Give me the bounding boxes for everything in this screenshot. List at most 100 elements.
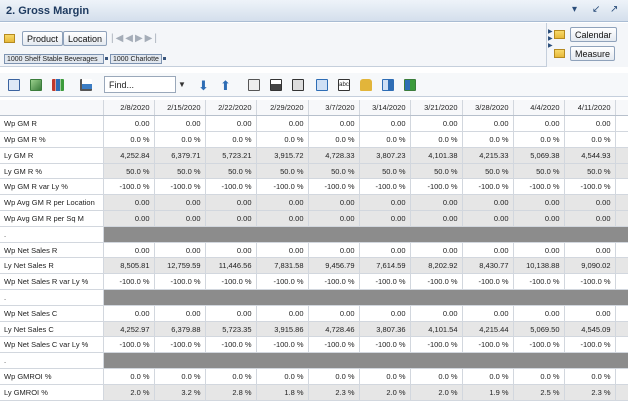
grid-cell[interactable]: -100.0 % (410, 273, 463, 291)
grid-cell[interactable]: 0.0 % (154, 368, 206, 385)
grid-cell[interactable]: 0.0 % (256, 368, 309, 385)
row-label[interactable]: Wp GMROI % (0, 368, 104, 385)
grid-cell[interactable]: 10,138.88 (513, 257, 565, 275)
grid-cell[interactable]: 0.00 (462, 242, 514, 259)
grid-cell[interactable]: 4,215.44 (462, 321, 514, 338)
row-label[interactable]: Wp GM R var Ly % (0, 178, 104, 196)
grid-cell[interactable]: 5,723.35 (205, 321, 257, 338)
grid-cell[interactable]: 0.00 (256, 210, 309, 227)
grid-cell[interactable]: 0.0 % (462, 368, 514, 385)
layout-icon[interactable] (316, 79, 328, 91)
grid-cell[interactable]: 0.00 (462, 115, 514, 133)
grid-cell[interactable]: 0.00 (256, 305, 309, 322)
column-header[interactable]: 3/21/2020 (410, 100, 463, 117)
row-label[interactable]: Wp Net Sales C var Ly % (0, 336, 104, 354)
abc-icon[interactable]: abc (338, 79, 350, 91)
find-previous-icon[interactable]: ⬆ (220, 78, 232, 93)
grid-cell[interactable]: -100.0 % (256, 178, 309, 196)
grid-cell[interactable]: 0.00 (410, 210, 463, 227)
grid-cell[interactable]: -100.0 % (462, 273, 514, 291)
grid-cell[interactable]: 1.8 % (256, 384, 309, 401)
grid-cell[interactable]: 0.0 % (359, 368, 411, 385)
grid-cell[interactable]: 0.00 (462, 305, 514, 322)
grid-cell[interactable]: 0.00 (205, 210, 257, 227)
grid-cell[interactable]: 4,101.54 (410, 321, 463, 338)
grid-cell[interactable]: 0.0 % (308, 368, 360, 385)
grid-cell[interactable]: 7,831.58 (256, 257, 309, 275)
grid-cell[interactable]: 2.3 % (564, 384, 616, 401)
grid-view-icon[interactable] (8, 79, 20, 91)
grid-cell[interactable]: 0.00 (410, 194, 463, 212)
grid-cell[interactable]: 50.0 % (462, 163, 514, 180)
grid-cell[interactable]: -100.0 % (256, 336, 309, 354)
row-label[interactable]: Wp Avg GM R per Sq M (0, 210, 104, 227)
grid-cell[interactable]: 0.0 % (513, 131, 565, 148)
grid-cell[interactable]: 0.00 (256, 115, 309, 133)
grid-cell[interactable]: -100.0 % (359, 336, 411, 354)
grid-cell[interactable]: 0.00 (513, 194, 565, 212)
grid-cell[interactable]: -100.0 % (205, 336, 257, 354)
panel-grip-icon[interactable]: ▶ ▶ ▶ (548, 28, 553, 49)
grid-cell[interactable]: 0.00 (103, 194, 155, 212)
grid-cell[interactable]: 4,252.97 (103, 321, 155, 338)
grid-cell[interactable]: 0.0 % (564, 368, 616, 385)
measure-dimension-button[interactable]: Measure (570, 46, 616, 61)
find-input[interactable]: Find... (104, 76, 176, 93)
grid-cell[interactable]: 0.00 (308, 194, 360, 212)
grid-cell[interactable]: 4,545.09 (564, 321, 616, 338)
grid-cell[interactable]: -100.0 % (462, 336, 514, 354)
grid-cell[interactable]: -100.0 % (410, 336, 463, 354)
column-header[interactable]: 3/28/2020 (462, 100, 514, 117)
grid-cell[interactable]: 0.0 % (359, 131, 411, 148)
grid-cell[interactable]: 50.0 % (256, 163, 309, 180)
grid-cell[interactable]: 0.0 % (462, 131, 514, 148)
grid-cell[interactable]: -100.0 % (103, 336, 155, 354)
grid-cell[interactable]: -100.0 % (308, 178, 360, 196)
grid-cell[interactable]: 0.0 % (205, 368, 257, 385)
grid-cell[interactable]: -100.0 % (359, 273, 411, 291)
grid-cell[interactable]: -100.0 % (103, 273, 155, 291)
grid-cell[interactable]: 3,915.86 (256, 321, 309, 338)
grid-cell[interactable]: 50.0 % (410, 163, 463, 180)
row-label[interactable]: Wp GM R % (0, 131, 104, 148)
grid-cell[interactable]: -100.0 % (564, 273, 616, 291)
grid-cell[interactable]: 8,505.81 (103, 257, 155, 275)
grid-cell[interactable]: 0.00 (513, 210, 565, 227)
grid-cell[interactable]: -100.0 % (256, 273, 309, 291)
row-label[interactable]: . (0, 226, 104, 243)
column-header[interactable]: 2/8/2020 (103, 100, 155, 117)
totals-icon[interactable] (292, 79, 304, 91)
lock-icon[interactable] (360, 79, 372, 91)
grid-cell[interactable]: 0.0 % (256, 131, 309, 148)
grid-cell[interactable]: 2.8 % (205, 384, 257, 401)
grid-cell[interactable]: 0.00 (205, 194, 257, 212)
grid-cell[interactable]: 0.0 % (205, 131, 257, 148)
grid-cell[interactable]: 0.00 (462, 210, 514, 227)
grid-cell[interactable]: -100.0 % (154, 273, 206, 291)
pivot-icon[interactable] (248, 79, 260, 91)
product-dimension-button[interactable]: Product (22, 31, 64, 46)
grid-cell[interactable]: 0.0 % (410, 131, 463, 148)
grid-cell[interactable]: 2.0 % (103, 384, 155, 401)
grid-cell[interactable]: 3,807.23 (359, 147, 411, 164)
grid-cell[interactable]: 50.0 % (359, 163, 411, 180)
grid-cell[interactable]: 0.00 (308, 242, 360, 259)
graph-icon[interactable] (80, 79, 92, 91)
grid-cell[interactable]: -100.0 % (308, 336, 360, 354)
grid-cell[interactable]: 50.0 % (308, 163, 360, 180)
grid-cell[interactable]: 0.00 (359, 194, 411, 212)
column-header[interactable]: 4/4/2020 (513, 100, 565, 117)
grid-cell[interactable]: 3.2 % (154, 384, 206, 401)
grid-cell[interactable]: -100.0 % (205, 178, 257, 196)
grid-cell[interactable]: 9,090.02 (564, 257, 616, 275)
row-label[interactable]: Wp Net Sales R (0, 242, 104, 259)
grid-cell[interactable]: 8,430.77 (462, 257, 514, 275)
chart-view-icon[interactable] (30, 79, 42, 91)
grid-cell[interactable]: -100.0 % (308, 273, 360, 291)
grid-cell[interactable]: 0.0 % (308, 131, 360, 148)
row-label[interactable]: Ly GM R (0, 147, 104, 164)
grid-cell[interactable]: 50.0 % (154, 163, 206, 180)
grid-cell[interactable]: 5,723.21 (205, 147, 257, 164)
grid-cell[interactable]: 0.00 (462, 194, 514, 212)
grid-cell[interactable]: 0.0 % (513, 368, 565, 385)
